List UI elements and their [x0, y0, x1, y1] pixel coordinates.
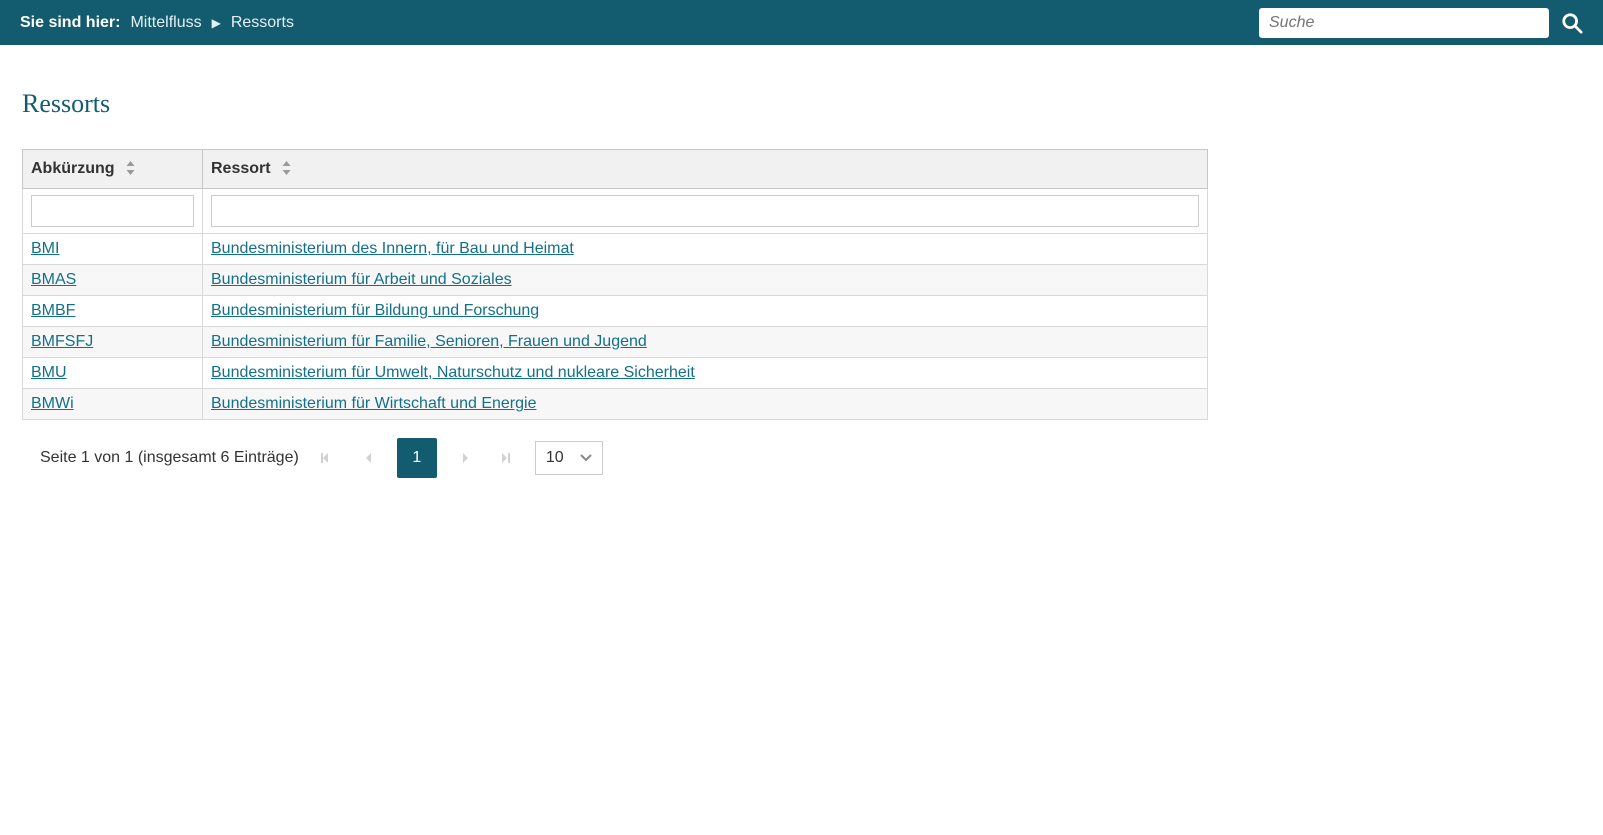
- abbr-link[interactable]: BMBF: [31, 302, 75, 319]
- pagination-summary: Seite 1 von 1 (insgesamt 6 Einträge): [40, 449, 299, 467]
- main-content: Ressorts Abkürzung Ressort: [0, 45, 1230, 502]
- ressort-link[interactable]: Bundesministerium für Bildung und Forsch…: [211, 302, 539, 319]
- search-area: [1259, 8, 1583, 38]
- abbr-link[interactable]: BMU: [31, 364, 67, 381]
- ressort-link[interactable]: Bundesministerium des Innern, für Bau un…: [211, 240, 574, 257]
- column-header-ressort[interactable]: Ressort: [203, 150, 1208, 189]
- breadcrumb: Sie sind hier: Mittelfluss ▶ Ressorts: [20, 14, 1259, 32]
- last-page-button[interactable]: [495, 447, 517, 469]
- table-row: BMWi Bundesministerium für Wirtschaft und…: [23, 389, 1208, 420]
- chevron-down-icon: [580, 449, 592, 467]
- search-icon: [1561, 12, 1583, 34]
- breadcrumb-item-mittelfluss[interactable]: Mittelfluss: [130, 14, 201, 32]
- chevron-left-icon: [362, 451, 374, 465]
- ressort-link[interactable]: Bundesministerium für Arbeit und Soziale…: [211, 271, 512, 288]
- table-row: BMU Bundesministerium für Umwelt, Natursc…: [23, 358, 1208, 389]
- ressorts-table: Abkürzung Ressort: [22, 149, 1208, 420]
- abbr-link[interactable]: BMWi: [31, 395, 74, 412]
- prev-page-button[interactable]: [357, 447, 379, 469]
- current-page[interactable]: 1: [397, 438, 437, 478]
- filter-input-abkuerzung[interactable]: [31, 195, 194, 227]
- chevron-right-icon: [460, 451, 472, 465]
- table-row: BMI Bundesministerium des Innern, für Bau…: [23, 234, 1208, 265]
- sort-icon: [281, 161, 292, 176]
- last-page-icon: [499, 451, 513, 465]
- table-row: BMAS Bundesministerium für Arbeit und Soz…: [23, 265, 1208, 296]
- page-size-select[interactable]: 10: [535, 441, 603, 475]
- column-header-abkuerzung[interactable]: Abkürzung: [23, 150, 203, 189]
- breadcrumb-item-ressorts[interactable]: Ressorts: [231, 14, 294, 32]
- topbar: Sie sind hier: Mittelfluss ▶ Ressorts: [0, 0, 1603, 45]
- table-row: BMBF Bundesministerium für Bildung und Fo…: [23, 296, 1208, 327]
- sort-icon: [125, 161, 136, 176]
- next-page-button[interactable]: [455, 447, 477, 469]
- breadcrumb-label: Sie sind hier:: [20, 14, 120, 32]
- filter-input-ressort[interactable]: [211, 195, 1199, 227]
- ressort-link[interactable]: Bundesministerium für Familie, Senioren,…: [211, 333, 647, 350]
- breadcrumb-separator-icon: ▶: [212, 16, 221, 30]
- search-button[interactable]: [1561, 12, 1583, 34]
- abbr-link[interactable]: BMFSFJ: [31, 333, 93, 350]
- ressort-link[interactable]: Bundesministerium für Umwelt, Naturschut…: [211, 364, 695, 381]
- ressort-link[interactable]: Bundesministerium für Wirtschaft und Ene…: [211, 395, 536, 412]
- table-row: BMFSFJ Bundesministerium für Familie, Sen…: [23, 327, 1208, 358]
- first-page-button[interactable]: [317, 447, 339, 469]
- first-page-icon: [321, 451, 335, 465]
- page-size-value: 10: [546, 449, 564, 467]
- search-input[interactable]: [1259, 8, 1549, 38]
- column-label: Abkürzung: [31, 160, 115, 177]
- abbr-link[interactable]: BMI: [31, 240, 59, 257]
- column-label: Ressort: [211, 160, 271, 177]
- pagination: Seite 1 von 1 (insgesamt 6 Einträge) 1 1…: [22, 438, 1208, 478]
- page-title: Ressorts: [22, 89, 1208, 119]
- abbr-link[interactable]: BMAS: [31, 271, 76, 288]
